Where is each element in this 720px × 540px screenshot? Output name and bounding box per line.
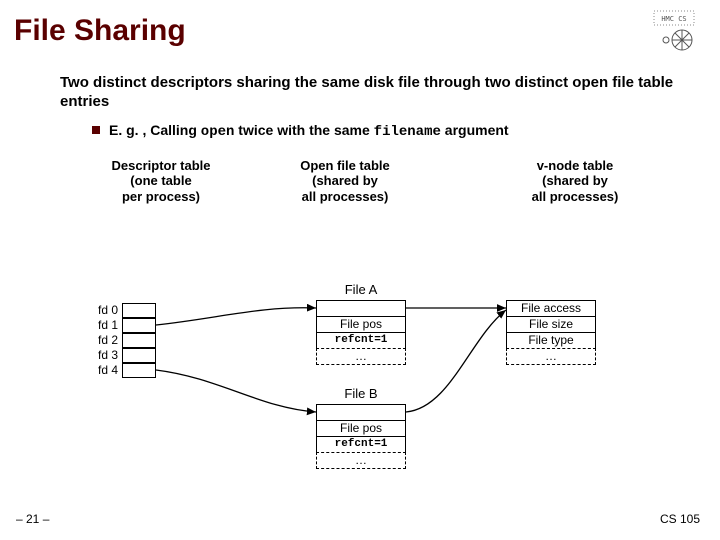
column-headers: Descriptor table(one tableper process) O…: [0, 140, 720, 205]
bullet-square-icon: [92, 126, 100, 134]
bullet-item: E. g. , Calling open twice with the same…: [0, 112, 720, 140]
bullet-text: E. g. , Calling open twice with the same…: [109, 122, 509, 140]
arrows-svg: [0, 278, 720, 498]
slide-number: – 21 –: [16, 512, 49, 526]
slide-title: File Sharing: [0, 0, 720, 48]
svg-text:HMC CS: HMC CS: [661, 15, 686, 23]
slide-subhead: Two distinct descriptors sharing the sam…: [0, 48, 720, 112]
col-header-vnode: v-node table(shared byall processes): [460, 158, 690, 205]
col-header-openfile: Open file table(shared byall processes): [230, 158, 460, 205]
course-logo: HMC CS: [652, 10, 704, 59]
diagram: fd 0 fd 1 fd 2 fd 3 fd 4 File A File pos…: [0, 278, 720, 498]
course-code: CS 105: [660, 512, 700, 526]
col-header-descriptor: Descriptor table(one tableper process): [0, 158, 230, 205]
